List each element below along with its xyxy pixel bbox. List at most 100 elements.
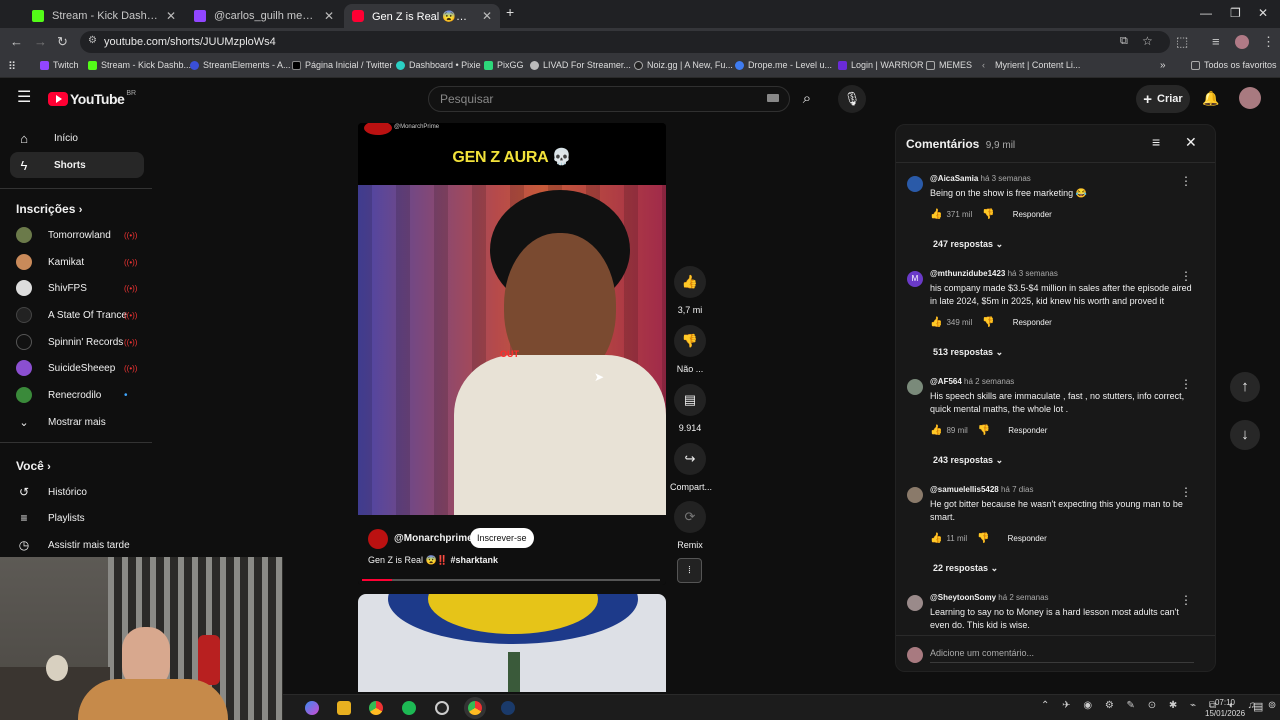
browser-tab-youtube[interactable]: Gen Z is Real 😨‼️ #sharkta ✕ [344,4,500,28]
view-replies-button[interactable]: 247 respostas ⌄ [933,239,1003,250]
bookmark-kick[interactable]: Stream - Kick Dashb... [88,60,191,70]
account-avatar[interactable] [1239,87,1261,109]
sidebar-item-playlists[interactable]: ≡ Playlists [16,508,146,528]
reload-icon[interactable]: ↻ [57,35,68,49]
caption-hashtag[interactable]: #sharktank [450,555,498,565]
browser-tab-twitch[interactable]: @carlos_guilh mentioned y ✕ [186,4,342,28]
more-options-icon[interactable]: ⋮ [1180,593,1192,607]
subscription-shivfps[interactable]: ShivFPS ((•)) [16,278,146,298]
commenter-avatar[interactable] [907,595,923,611]
more-options-icon[interactable]: ⋮ [1180,269,1192,283]
view-replies-button[interactable]: 243 respostas ⌄ [933,455,1003,466]
thumbs-up-icon[interactable]: 👍 [930,533,942,544]
sidebar-item-history[interactable]: ↺ Histórico [16,482,146,502]
profile-avatar[interactable] [1235,35,1249,49]
next-short-preview[interactable] [358,594,666,692]
close-tab-icon[interactable]: ✕ [166,9,176,23]
more-options-icon[interactable]: ⋮ [1180,485,1192,499]
like-button[interactable]: 👍 3,7 mi [670,266,710,315]
sound-icon[interactable]: ⦙ [677,558,702,583]
channel-avatar[interactable] [368,529,388,549]
all-bookmarks[interactable]: Todos os favoritos [1191,60,1277,70]
remix-button[interactable]: ⟳ Remix [670,501,710,550]
close-tab-icon[interactable]: ✕ [324,9,334,23]
bookmark-pixie[interactable]: Dashboard • Pixie [396,60,481,70]
minimize-icon[interactable]: — [1200,6,1212,20]
subscriptions-heading[interactable]: Inscrições › [16,202,82,216]
address-bar[interactable]: ⚙ youtube.com/shorts/JUUMzploWs4 ⧉ ☆ [80,31,1170,53]
keyboard-icon[interactable] [767,94,779,102]
thumbs-down-icon[interactable]: 👎 [977,533,989,544]
bookmark-twitter[interactable]: Página Inicial / Twitter [292,60,392,70]
channel-name[interactable]: @Monarchprime [394,533,473,544]
notification-center-icon[interactable]: ▤ [1253,700,1263,713]
bookmark-star-icon[interactable]: ☆ [1142,34,1153,48]
create-button[interactable]: + Criar [1136,85,1190,113]
more-options-icon[interactable]: ⋮ [1180,174,1192,188]
voice-search-button[interactable]: 🎙 [838,85,866,113]
obs-icon[interactable] [435,701,449,715]
copilot-icon[interactable] [305,701,319,715]
more-options-icon[interactable]: ⋮ [1180,377,1192,391]
hamburger-menu-icon[interactable]: ☰ [17,90,31,106]
subscription-spinnin-records[interactable]: Spinnin' Records ((•)) [16,332,146,352]
sidebar-item-shorts[interactable]: ϟ Shorts [10,152,144,178]
subscription-a-state-of-trance[interactable]: A State Of Trance ((•)) [16,305,146,325]
bookmark-memes-folder[interactable]: MEMES [926,60,972,70]
share-button[interactable]: ↪ Compart... [670,443,712,492]
back-icon[interactable]: ← [10,35,23,49]
system-clock[interactable]: 07:10 15/01/2026 [1205,697,1245,719]
short-video-player[interactable]: @MonarchPrime GEN Z AURA 💀 OUT @Monarchp… [358,123,666,585]
comment-author[interactable]: @AF564 [930,377,962,386]
reply-button[interactable]: Responder [1013,318,1052,327]
comment-author[interactable]: @samuelellis5428 [930,485,999,494]
apps-icon[interactable]: ⠿ [8,60,16,73]
more-bookmarks-icon[interactable]: » [1160,60,1166,71]
next-short-button[interactable]: ↓ [1230,420,1260,450]
show-more-button[interactable]: ⌄ Mostrar mais [16,412,146,432]
media-control-icon[interactable]: ≡ [1212,35,1220,49]
comment-author[interactable]: @mthunzidube1423 [930,269,1005,278]
thumbs-up-icon[interactable]: 👍 [930,209,942,220]
bookmark-drope[interactable]: Drope.me - Level u... [735,60,832,70]
sidebar-item-home[interactable]: ⌂ Início [10,125,144,151]
extensions-icon[interactable]: ⬚ [1176,35,1188,49]
browser-menu-icon[interactable]: ⋮ [1262,35,1275,49]
commenter-avatar[interactable] [907,176,923,192]
site-info-icon[interactable]: ⚙ [88,35,97,46]
comment-author[interactable]: @AicaSamia [930,174,978,183]
search-input[interactable]: Pesquisar [428,86,790,112]
subscription-renecrodilo[interactable]: Renecrodilo • [16,385,146,405]
add-comment-input[interactable]: Adicione um comentário... [930,648,1194,663]
commenter-avatar[interactable] [907,379,923,395]
notifications-bell-icon[interactable]: 🔔 [1202,90,1219,107]
bookmark-twitch[interactable]: Twitch [40,60,79,70]
youtube-logo[interactable]: YouTube BR [48,90,136,107]
comments-button[interactable]: ▤ 9.914 [670,384,710,433]
thumbs-down-icon[interactable]: 👎 [978,425,990,436]
bookmark-streamelements[interactable]: StreamElements - A... [190,60,291,70]
install-app-icon[interactable]: ⧉ [1120,35,1128,48]
view-replies-button[interactable]: 513 respostas ⌄ [933,347,1003,358]
bookmark-warrior[interactable]: Login | WARRIOR [838,60,924,70]
bookmark-pixgg[interactable]: PixGG [484,60,524,70]
close-icon[interactable]: ✕ [1185,134,1197,151]
forward-icon[interactable]: → [34,35,47,49]
view-replies-button[interactable]: 22 respostas ⌄ [933,563,998,574]
restore-icon[interactable]: ❐ [1230,6,1241,20]
chrome-icon[interactable] [369,701,383,715]
subscription-kamikat[interactable]: Kamikat ((•)) [16,252,146,272]
bookmark-livad[interactable]: LIVAD For Streamer... [530,60,631,70]
thumbs-up-icon[interactable]: 👍 [930,317,942,328]
sort-icon[interactable]: ≡ [1152,134,1160,150]
dislike-button[interactable]: 👎 Não ... [670,325,710,374]
thumbs-down-icon[interactable]: 👎 [982,317,994,328]
you-heading[interactable]: Você › [16,459,51,473]
reply-button[interactable]: Responder [1008,534,1047,543]
close-tab-icon[interactable]: ✕ [482,9,492,23]
bookmark-noiz[interactable]: Noiz.gg | A New, Fu... [634,60,733,70]
chrome-active-icon[interactable] [468,701,482,715]
thumbs-up-icon[interactable]: 👍 [930,425,942,436]
browser-tab-kick[interactable]: Stream - Kick Dashboard ✕ [24,4,184,28]
video-progress-track[interactable] [362,579,660,581]
